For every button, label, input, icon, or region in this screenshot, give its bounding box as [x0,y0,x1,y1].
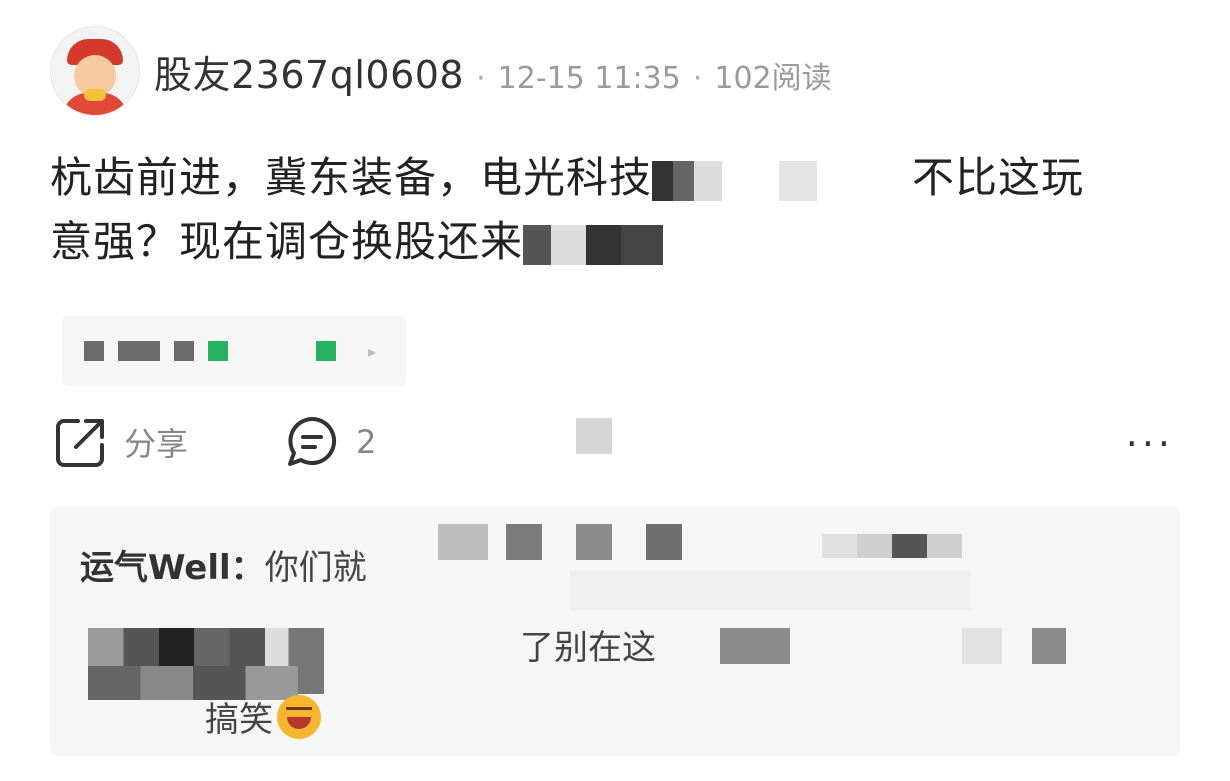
redaction-mosaic [962,628,1002,664]
comment-icon [288,416,337,466]
redaction-mosaic [576,524,612,560]
redacted-block [118,341,160,361]
read-count: 102阅读 [714,60,832,96]
post-body: 杭齿前进，冀东装备，电光科技 不比这玩 意强？现在调仓换股还来 [50,146,1170,274]
redaction-mosaic [506,524,542,560]
comment-text: 你们就 [264,548,367,588]
comment-colon: ： [230,548,265,588]
post-text-segment: 杭齿前进，冀东装备，电光科技 [50,153,653,202]
redaction-mosaic [822,534,962,558]
action-bar: 分享 2 ··· [54,412,1174,472]
redaction-mosaic [646,524,682,560]
post-time: 12-15 11:35 [497,60,681,96]
share-label: 分享 [124,425,189,463]
post-header: 股友2367ql0608 · 12-15 11:35 · 102阅读 [50,26,832,116]
share-icon [56,419,104,467]
avatar-gold-shape [84,89,106,101]
laughing-emoji-icon [277,694,321,739]
avatar[interactable] [50,26,140,116]
redaction-mosaic [1032,628,1066,664]
chevron-right-icon: ▸ [368,341,377,361]
stock-change-block [316,341,336,361]
comment-preview-box[interactable]: 运气Well ： 你们就 了别在这 搞笑 [50,506,1180,756]
comment-text: 了别在这 [520,628,656,668]
comment-button[interactable]: 2 [284,414,376,470]
comment-line: 运气Well ： 你们就 [80,540,367,589]
comment-author[interactable]: 运气Well [80,540,231,589]
post-text-segment: 不比这玩 [912,153,1085,202]
post-text-segment: 意强？现在调仓换股还来 [50,217,524,266]
meta-separator: · [692,60,703,96]
redaction-mosaic [576,418,612,454]
meta-separator: · [476,60,486,96]
username[interactable]: 股友2367ql0608 [154,44,464,99]
post-meta: 股友2367ql0608 · 12-15 11:35 · 102阅读 [154,44,832,99]
comment-count: 2 [356,423,377,461]
comment-text: 搞笑 [205,700,273,740]
redaction-mosaic [722,160,913,201]
redaction-mosaic [652,160,723,201]
redacted-block [84,341,104,361]
redaction-mosaic [570,570,970,610]
redaction-mosaic [438,524,488,560]
stock-tag-chip[interactable]: ▸ [62,316,406,386]
redaction-mosaic [720,628,790,664]
redacted-block [174,341,194,361]
comment-line: 搞笑 [205,692,321,741]
stock-change-block [208,341,228,361]
more-options-icon[interactable]: ··· [1126,422,1174,466]
share-button[interactable]: 分享 [54,415,188,469]
redaction-mosaic [523,224,664,265]
